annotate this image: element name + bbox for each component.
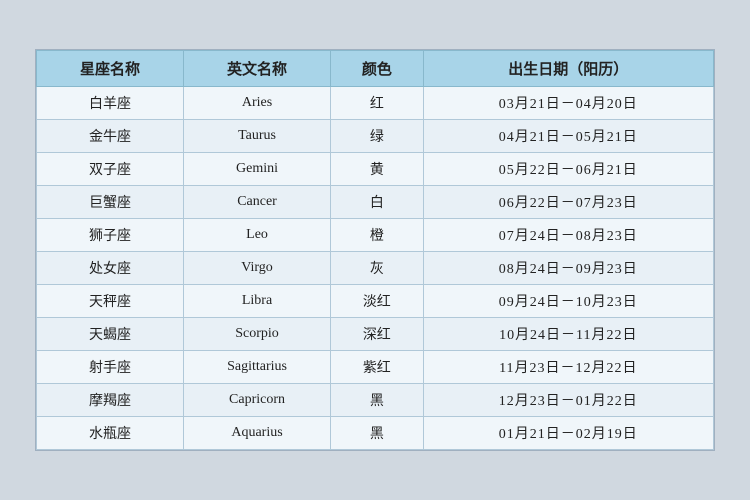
cell-chinese-name: 双子座 xyxy=(37,153,184,186)
cell-english-name: Sagittarius xyxy=(184,351,331,384)
cell-chinese-name: 金牛座 xyxy=(37,120,184,153)
table-row: 金牛座Taurus绿04月21日－05月21日 xyxy=(37,120,714,153)
cell-english-name: Aquarius xyxy=(184,417,331,450)
cell-dates: 05月22日－06月21日 xyxy=(423,153,713,186)
cell-dates: 09月24日－10月23日 xyxy=(423,285,713,318)
cell-chinese-name: 处女座 xyxy=(37,252,184,285)
zodiac-table: 星座名称 英文名称 颜色 出生日期（阳历） 白羊座Aries红03月21日－04… xyxy=(36,50,714,450)
cell-english-name: Taurus xyxy=(184,120,331,153)
table-row: 双子座Gemini黄05月22日－06月21日 xyxy=(37,153,714,186)
cell-english-name: Capricorn xyxy=(184,384,331,417)
cell-color: 黑 xyxy=(331,384,424,417)
table-row: 处女座Virgo灰08月24日－09月23日 xyxy=(37,252,714,285)
cell-chinese-name: 水瓶座 xyxy=(37,417,184,450)
table-row: 狮子座Leo橙07月24日－08月23日 xyxy=(37,219,714,252)
cell-color: 白 xyxy=(331,186,424,219)
cell-chinese-name: 摩羯座 xyxy=(37,384,184,417)
cell-color: 黄 xyxy=(331,153,424,186)
cell-dates: 08月24日－09月23日 xyxy=(423,252,713,285)
table-row: 水瓶座Aquarius黑01月21日－02月19日 xyxy=(37,417,714,450)
header-color: 颜色 xyxy=(331,51,424,87)
cell-english-name: Aries xyxy=(184,87,331,120)
cell-dates: 10月24日－11月22日 xyxy=(423,318,713,351)
cell-dates: 12月23日－01月22日 xyxy=(423,384,713,417)
zodiac-table-container: 星座名称 英文名称 颜色 出生日期（阳历） 白羊座Aries红03月21日－04… xyxy=(35,49,715,451)
cell-english-name: Virgo xyxy=(184,252,331,285)
table-row: 摩羯座Capricorn黑12月23日－01月22日 xyxy=(37,384,714,417)
cell-english-name: Leo xyxy=(184,219,331,252)
header-chinese-name: 星座名称 xyxy=(37,51,184,87)
header-dates: 出生日期（阳历） xyxy=(423,51,713,87)
table-row: 天秤座Libra淡红09月24日－10月23日 xyxy=(37,285,714,318)
table-row: 白羊座Aries红03月21日－04月20日 xyxy=(37,87,714,120)
cell-chinese-name: 巨蟹座 xyxy=(37,186,184,219)
cell-english-name: Cancer xyxy=(184,186,331,219)
table-row: 天蝎座Scorpio深红10月24日－11月22日 xyxy=(37,318,714,351)
cell-color: 绿 xyxy=(331,120,424,153)
cell-color: 紫红 xyxy=(331,351,424,384)
cell-color: 橙 xyxy=(331,219,424,252)
cell-color: 红 xyxy=(331,87,424,120)
cell-dates: 11月23日－12月22日 xyxy=(423,351,713,384)
cell-english-name: Libra xyxy=(184,285,331,318)
table-body: 白羊座Aries红03月21日－04月20日金牛座Taurus绿04月21日－0… xyxy=(37,87,714,450)
cell-chinese-name: 狮子座 xyxy=(37,219,184,252)
cell-dates: 04月21日－05月21日 xyxy=(423,120,713,153)
table-header-row: 星座名称 英文名称 颜色 出生日期（阳历） xyxy=(37,51,714,87)
cell-color: 灰 xyxy=(331,252,424,285)
table-row: 射手座Sagittarius紫红11月23日－12月22日 xyxy=(37,351,714,384)
cell-dates: 01月21日－02月19日 xyxy=(423,417,713,450)
cell-dates: 03月21日－04月20日 xyxy=(423,87,713,120)
cell-chinese-name: 天秤座 xyxy=(37,285,184,318)
cell-chinese-name: 白羊座 xyxy=(37,87,184,120)
cell-color: 淡红 xyxy=(331,285,424,318)
cell-english-name: Scorpio xyxy=(184,318,331,351)
cell-color: 深红 xyxy=(331,318,424,351)
header-english-name: 英文名称 xyxy=(184,51,331,87)
cell-chinese-name: 射手座 xyxy=(37,351,184,384)
cell-dates: 07月24日－08月23日 xyxy=(423,219,713,252)
cell-chinese-name: 天蝎座 xyxy=(37,318,184,351)
table-row: 巨蟹座Cancer白06月22日－07月23日 xyxy=(37,186,714,219)
cell-english-name: Gemini xyxy=(184,153,331,186)
cell-color: 黑 xyxy=(331,417,424,450)
cell-dates: 06月22日－07月23日 xyxy=(423,186,713,219)
